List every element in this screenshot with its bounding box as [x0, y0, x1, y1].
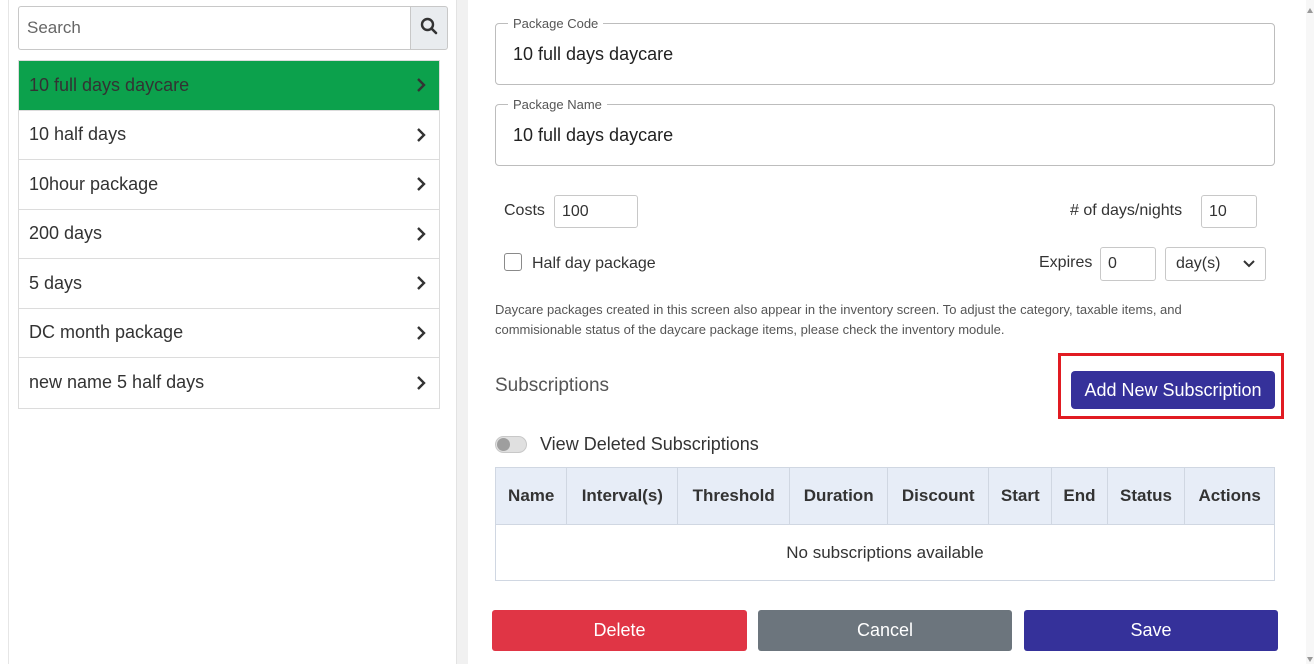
- column-header-status[interactable]: Status: [1106, 467, 1186, 525]
- scroll-down-icon[interactable]: [1306, 650, 1314, 662]
- half-day-checkbox[interactable]: [504, 253, 522, 271]
- subscriptions-table: Name Interval(s) Threshold Duration Disc…: [494, 467, 1275, 581]
- table-row: No subscriptions available: [495, 524, 1275, 581]
- chevron-right-icon: [413, 77, 429, 93]
- package-item-label: DC month package: [29, 322, 184, 343]
- column-header-intervals[interactable]: Interval(s): [566, 467, 679, 525]
- main-scrollbar[interactable]: [1306, 0, 1314, 664]
- view-deleted-label: View Deleted Subscriptions: [540, 434, 759, 454]
- package-name-field[interactable]: Package Name 10 full days daycare: [495, 97, 1275, 166]
- column-header-duration[interactable]: Duration: [789, 467, 889, 525]
- expires-unit-select[interactable]: day(s): [1165, 247, 1266, 281]
- column-header-end[interactable]: End: [1051, 467, 1108, 525]
- expires-value: 0: [1108, 255, 1117, 272]
- expires-input[interactable]: 0: [1100, 247, 1156, 281]
- package-item-label: 10 full days daycare: [29, 74, 190, 95]
- package-item-10-full-days-daycare[interactable]: 10 full days daycare: [19, 61, 439, 111]
- package-item-dc-month-package[interactable]: DC month package: [19, 309, 439, 358]
- search-button[interactable]: [410, 6, 448, 50]
- column-header-actions[interactable]: Actions: [1184, 467, 1275, 525]
- package-name-label: Package Name: [508, 97, 607, 112]
- chevron-down-icon: [1243, 255, 1255, 273]
- scroll-up-icon[interactable]: [1306, 2, 1314, 13]
- chevron-right-icon: [413, 226, 429, 242]
- view-deleted-toggle[interactable]: [495, 436, 527, 453]
- package-item-label: 5 days: [29, 272, 83, 293]
- package-code-field[interactable]: Package Code 10 full days daycare: [495, 16, 1275, 85]
- subscriptions-title: Subscriptions: [495, 375, 610, 396]
- chevron-right-icon: [413, 127, 429, 143]
- package-name-value: 10 full days daycare: [513, 125, 674, 145]
- cancel-button[interactable]: Cancel: [758, 610, 1012, 651]
- search-bar: [18, 6, 448, 50]
- sidebar-scrollbar[interactable]: [456, 0, 468, 664]
- expires-label: Expires: [1039, 254, 1093, 271]
- package-item-new-name-5-half-days[interactable]: new name 5 half days: [19, 358, 439, 408]
- search-icon: [420, 17, 438, 40]
- costs-value: 100: [562, 202, 589, 220]
- costs-input[interactable]: 100: [554, 195, 638, 228]
- table-header-row: Name Interval(s) Threshold Duration Disc…: [494, 467, 1275, 525]
- column-header-threshold[interactable]: Threshold: [677, 467, 791, 525]
- inventory-info-text: Daycare packages created in this screen …: [495, 302, 1182, 337]
- costs-label: Costs: [504, 202, 545, 219]
- days-nights-label: # of days/nights: [1070, 202, 1183, 219]
- expires-unit-value: day(s): [1176, 255, 1221, 272]
- package-item-label: 10hour package: [29, 173, 159, 194]
- package-item-5-days[interactable]: 5 days: [19, 259, 439, 309]
- package-item-10-half-days[interactable]: 10 half days: [19, 111, 439, 160]
- package-code-value: 10 full days daycare: [513, 44, 674, 64]
- column-header-name[interactable]: Name: [494, 467, 568, 525]
- days-nights-value: 10: [1209, 202, 1227, 220]
- save-button[interactable]: Save: [1024, 610, 1278, 651]
- chevron-right-icon: [413, 375, 429, 391]
- package-list: 10 full days daycare 10 half days 10hour…: [18, 60, 440, 409]
- delete-button[interactable]: Delete: [492, 610, 747, 651]
- toggle-knob: [497, 438, 510, 451]
- package-item-label: 200 days: [29, 223, 103, 244]
- package-code-label: Package Code: [508, 16, 604, 31]
- empty-table-message: No subscriptions available: [495, 524, 1275, 581]
- chevron-right-icon: [413, 325, 429, 341]
- chevron-right-icon: [413, 176, 429, 192]
- package-sidebar: 10 full days daycare 10 half days 10hour…: [0, 0, 456, 664]
- days-nights-input[interactable]: 10: [1201, 195, 1257, 228]
- package-item-label: 10 half days: [29, 124, 127, 145]
- column-header-discount[interactable]: Discount: [887, 467, 990, 525]
- add-new-subscription-button[interactable]: Add New Subscription: [1071, 371, 1275, 409]
- sidebar-border: [8, 0, 9, 664]
- column-header-start[interactable]: Start: [988, 467, 1053, 525]
- chevron-right-icon: [413, 275, 429, 291]
- half-day-label: Half day package: [532, 255, 656, 272]
- package-item-200-days[interactable]: 200 days: [19, 210, 439, 259]
- search-input[interactable]: [18, 6, 410, 50]
- package-item-10hour-package[interactable]: 10hour package: [19, 160, 439, 210]
- package-item-label: new name 5 half days: [29, 372, 205, 393]
